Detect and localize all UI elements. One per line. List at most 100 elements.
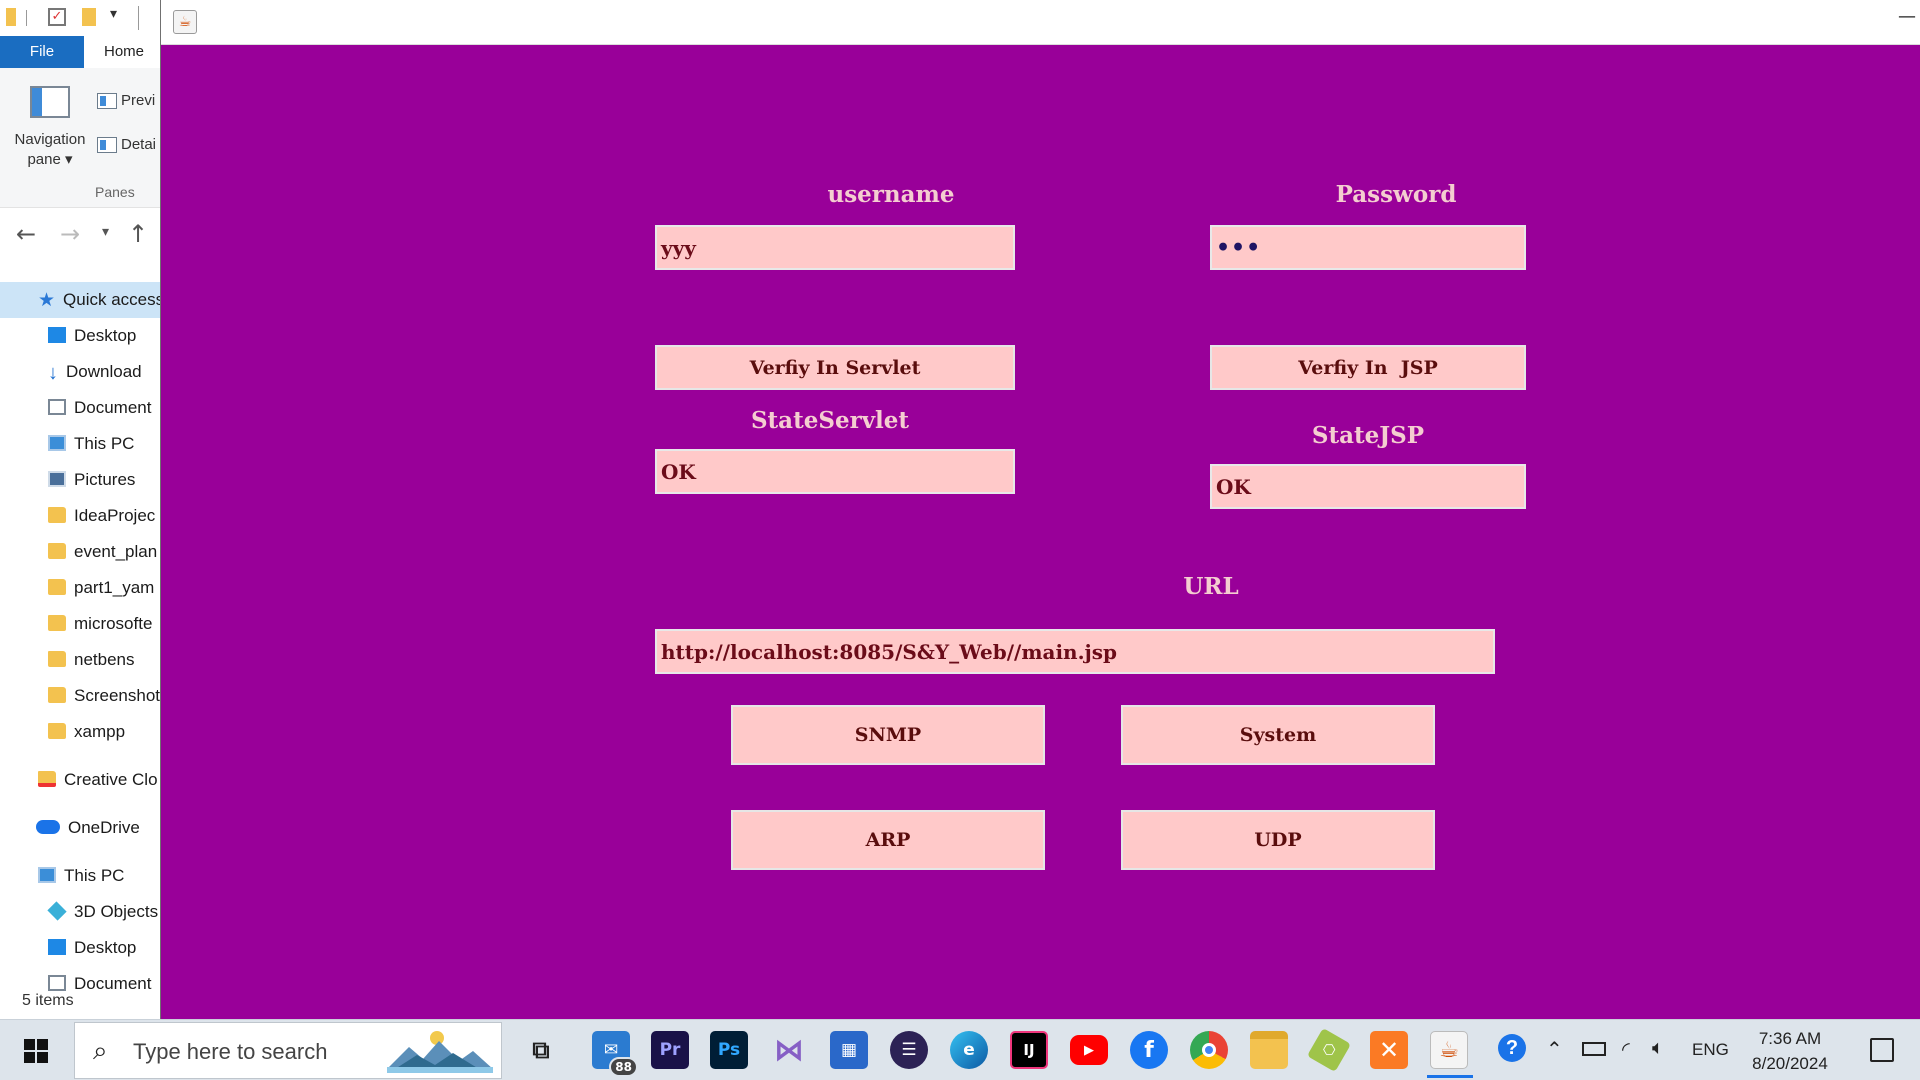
edge-icon[interactable]: e (950, 1031, 988, 1069)
ribbon-panel: Navigation pane ▾ Previ Detai Panes (0, 68, 160, 208)
tab-home[interactable]: Home (104, 36, 144, 68)
java-app-window: ☕ — username Password yyy ••• Verfiy In … (160, 0, 1920, 1019)
start-button[interactable] (0, 1020, 72, 1080)
tree-item-netbens[interactable]: netbens (0, 642, 160, 678)
computer-icon (38, 866, 56, 883)
password-field[interactable]: ••• (1210, 225, 1526, 270)
tab-file[interactable]: File (0, 36, 84, 68)
tree-item-label: This PC (64, 866, 125, 885)
state-jsp-field[interactable]: OK (1210, 464, 1526, 509)
notification-center-icon[interactable] (1870, 1038, 1894, 1062)
tree-item-microsofte[interactable]: microsofte (0, 606, 160, 642)
state-servlet-field[interactable]: OK (655, 449, 1015, 494)
volume-icon[interactable]: 🔈︎ (1652, 1037, 1664, 1060)
tree-item-label: netbens (74, 650, 135, 669)
xampp-icon[interactable]: ✕ (1370, 1031, 1408, 1069)
tree-item-onedrive[interactable]: OneDrive (0, 810, 160, 846)
state-servlet-label: StateServlet (750, 407, 910, 434)
document-icon (48, 974, 66, 991)
tree-item-screenshots[interactable]: Screenshot (0, 678, 160, 714)
tree-item-pictures[interactable]: Pictures (0, 462, 160, 498)
tree-item-quick-access[interactable]: ★ Quick access (0, 282, 160, 318)
details-pane-button[interactable]: Detai (97, 136, 156, 154)
tree-item-label: OneDrive (68, 818, 140, 837)
new-folder-icon[interactable] (82, 8, 96, 26)
search-box[interactable]: ⌕ Type here to search (74, 1022, 502, 1079)
visual-studio-icon[interactable]: ⋈ (770, 1031, 808, 1069)
creative-cloud-icon (38, 770, 56, 787)
star-icon: ★ (38, 289, 56, 311)
tree-item-label: IdeaProjec (74, 506, 156, 525)
tree-item-label: Desktop (74, 938, 137, 957)
premiere-pro-icon[interactable]: Pr (651, 1031, 689, 1069)
arp-button[interactable]: ARP (731, 810, 1045, 870)
preview-pane-button[interactable]: Previ (97, 92, 155, 110)
recent-locations-icon[interactable]: ▾ (102, 224, 109, 240)
forward-arrow-icon[interactable]: → (60, 220, 80, 248)
microsoft-store-icon[interactable]: ▦ (830, 1031, 868, 1069)
folder-icon[interactable] (6, 8, 16, 26)
preview-pane-icon (97, 93, 117, 110)
task-view-icon[interactable]: ⧉ (522, 1031, 560, 1069)
folder-icon (48, 506, 66, 523)
show-hidden-icons-icon[interactable]: ⌃ (1546, 1037, 1563, 1062)
language-indicator[interactable]: ENG (1692, 1040, 1729, 1060)
folder-icon (48, 686, 66, 703)
clock[interactable]: 7:36 AM 8/20/2024 (1744, 1026, 1836, 1076)
search-highlight-illustration (387, 1031, 493, 1073)
tree-item-label: event_plan (74, 542, 158, 561)
intellij-icon[interactable]: IJ (1010, 1031, 1048, 1069)
chrome-icon[interactable] (1190, 1031, 1228, 1069)
youtube-icon[interactable]: ▶ (1070, 1035, 1108, 1065)
facebook-icon[interactable]: f (1130, 1031, 1168, 1069)
help-icon[interactable]: ? (1498, 1034, 1526, 1062)
customize-toolbar-icon[interactable]: ▾ (110, 6, 117, 22)
tree-item-this-pc-root[interactable]: This PC (0, 858, 160, 894)
back-arrow-icon[interactable]: ← (16, 220, 36, 248)
tree-item-3d-objects[interactable]: 3D Objects (0, 894, 160, 930)
system-button[interactable]: System (1121, 705, 1435, 765)
java-icon[interactable]: ☕ (1427, 1031, 1473, 1078)
tree-item-this-pc[interactable]: This PC (0, 426, 160, 462)
mail-icon[interactable]: ✉ 88 (592, 1031, 638, 1077)
username-field[interactable]: yyy (655, 225, 1015, 270)
udp-button[interactable]: UDP (1121, 810, 1435, 870)
tree-item-event-plan[interactable]: event_plan (0, 534, 160, 570)
password-label: Password (1335, 181, 1457, 208)
url-field[interactable]: http://localhost:8085/S&Y_Web//main.jsp (655, 629, 1495, 674)
verify-jsp-button[interactable]: Verfiy In JSP (1210, 345, 1526, 390)
properties-icon[interactable]: ✓ (48, 8, 66, 26)
tree-item-part1-yam[interactable]: part1_yam (0, 570, 160, 606)
tree-item-desktop-pc[interactable]: Desktop (0, 930, 160, 966)
folder-icon (48, 614, 66, 631)
download-icon: ↓ (48, 361, 58, 384)
quick-access-toolbar: ✓ ▾ (0, 0, 160, 36)
tree-item-ideaprojects[interactable]: IdeaProjec (0, 498, 160, 534)
tree-item-label: Pictures (74, 470, 136, 489)
search-icon: ⌕ (93, 1036, 108, 1066)
url-label: URL (1183, 573, 1239, 600)
pictures-icon (48, 470, 66, 487)
taskbar: ⌕ Type here to search ⧉ ✉ 88 Pr Ps ⋈ ▦ ☰ … (0, 1019, 1920, 1080)
navigation-pane-button[interactable]: Navigation pane ▾ (8, 130, 92, 170)
verify-servlet-button[interactable]: Verfiy In Servlet (655, 345, 1015, 390)
java-icon[interactable]: ☕ (173, 10, 197, 34)
tree-item-desktop[interactable]: Desktop (0, 318, 160, 354)
photoshop-icon[interactable]: Ps (710, 1031, 748, 1069)
up-arrow-icon[interactable]: ↑ (128, 220, 148, 248)
wifi-icon[interactable]: ◜ (1622, 1037, 1630, 1062)
computer-icon (48, 434, 66, 451)
minimize-button[interactable]: — (1893, 6, 1920, 36)
tree-item-xampp[interactable]: xampp (0, 714, 160, 750)
tree-item-creative-cloud[interactable]: Creative Clo (0, 762, 160, 798)
eclipse-icon[interactable]: ☰ (890, 1031, 928, 1069)
battery-icon[interactable] (1582, 1042, 1606, 1056)
tree-item-downloads[interactable]: ↓ Download (0, 354, 160, 390)
folder-icon (48, 578, 66, 595)
file-explorer-icon[interactable] (1250, 1031, 1288, 1069)
tree-item-documents[interactable]: Document (0, 390, 160, 426)
netbeans-icon[interactable]: ⬡ (1306, 1027, 1352, 1073)
tree-item-label: xampp (74, 722, 126, 741)
navigation-pane-icon[interactable] (30, 86, 70, 118)
snmp-button[interactable]: SNMP (731, 705, 1045, 765)
